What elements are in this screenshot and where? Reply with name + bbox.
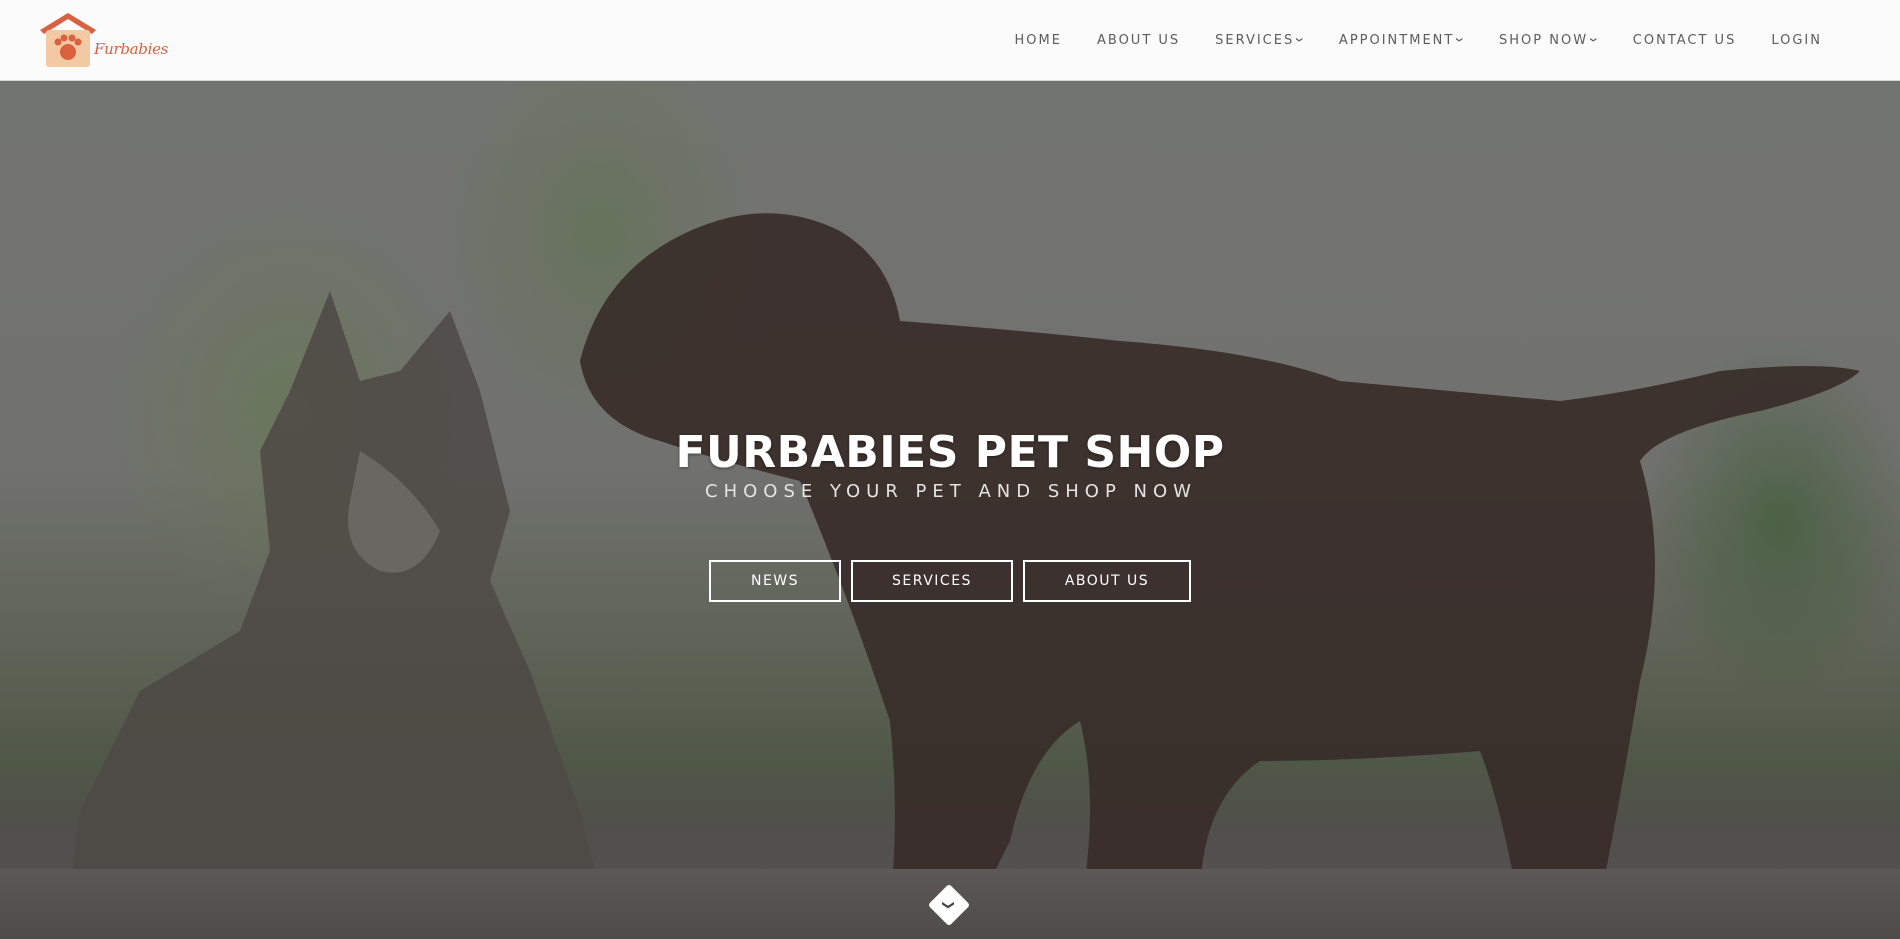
nav-label: SERVICES (1215, 33, 1295, 48)
nav-label: LOGIN (1771, 33, 1822, 48)
chevron-down-icon: ❯ (1456, 37, 1464, 44)
nav-label: ABOUT US (1096, 33, 1181, 48)
nav-item-login[interactable]: LOGIN (1771, 33, 1822, 48)
nav-item-services[interactable]: SERVICES ❯ (1215, 33, 1304, 48)
hero-title: FURBABIES PET SHOP (675, 427, 1225, 478)
about-us-button[interactable]: ABOUT US (1023, 560, 1191, 602)
logo-text: Furbabies (94, 40, 169, 58)
site-header: Furbabies HOME ABOUT US SERVICES ❯ APPOI… (0, 0, 1900, 81)
hero-subtitle: CHOOSE YOUR PET AND SHOP NOW (705, 481, 1197, 502)
news-button[interactable]: NEWS (709, 560, 841, 602)
hero-button-group: NEWS SERVICES ABOUT US (0, 560, 1900, 602)
hero-section: FURBABIES PET SHOP CHOOSE YOUR PET AND S… (0, 81, 1900, 939)
nav-label: SHOP NOW (1499, 33, 1589, 48)
nav-item-appointment[interactable]: APPOINTMENT ❯ (1339, 33, 1464, 48)
hero-content: FURBABIES PET SHOP CHOOSE YOUR PET AND S… (0, 81, 1900, 939)
nav-label: APPOINTMENT (1338, 33, 1455, 48)
chevron-down-icon: ❯ (1295, 37, 1304, 44)
nav-item-shop-now[interactable]: SHOP NOW ❯ (1499, 33, 1598, 48)
nav-item-contact-us[interactable]: CONTACT US (1633, 33, 1737, 48)
logo-house-icon (36, 12, 100, 70)
services-button[interactable]: SERVICES (851, 560, 1013, 602)
nav-item-home[interactable]: HOME (1015, 33, 1062, 48)
site-logo[interactable]: Furbabies (36, 12, 169, 70)
main-nav: HOME ABOUT US SERVICES ❯ APPOINTMENT ❯ S… (980, 0, 1822, 81)
chevron-down-icon: ❯ (1589, 37, 1598, 44)
chevron-down-icon: ❯ (942, 899, 956, 911)
nav-label: CONTACT US (1632, 33, 1737, 48)
nav-label: HOME (1014, 33, 1062, 48)
nav-item-about-us[interactable]: ABOUT US (1097, 33, 1180, 48)
